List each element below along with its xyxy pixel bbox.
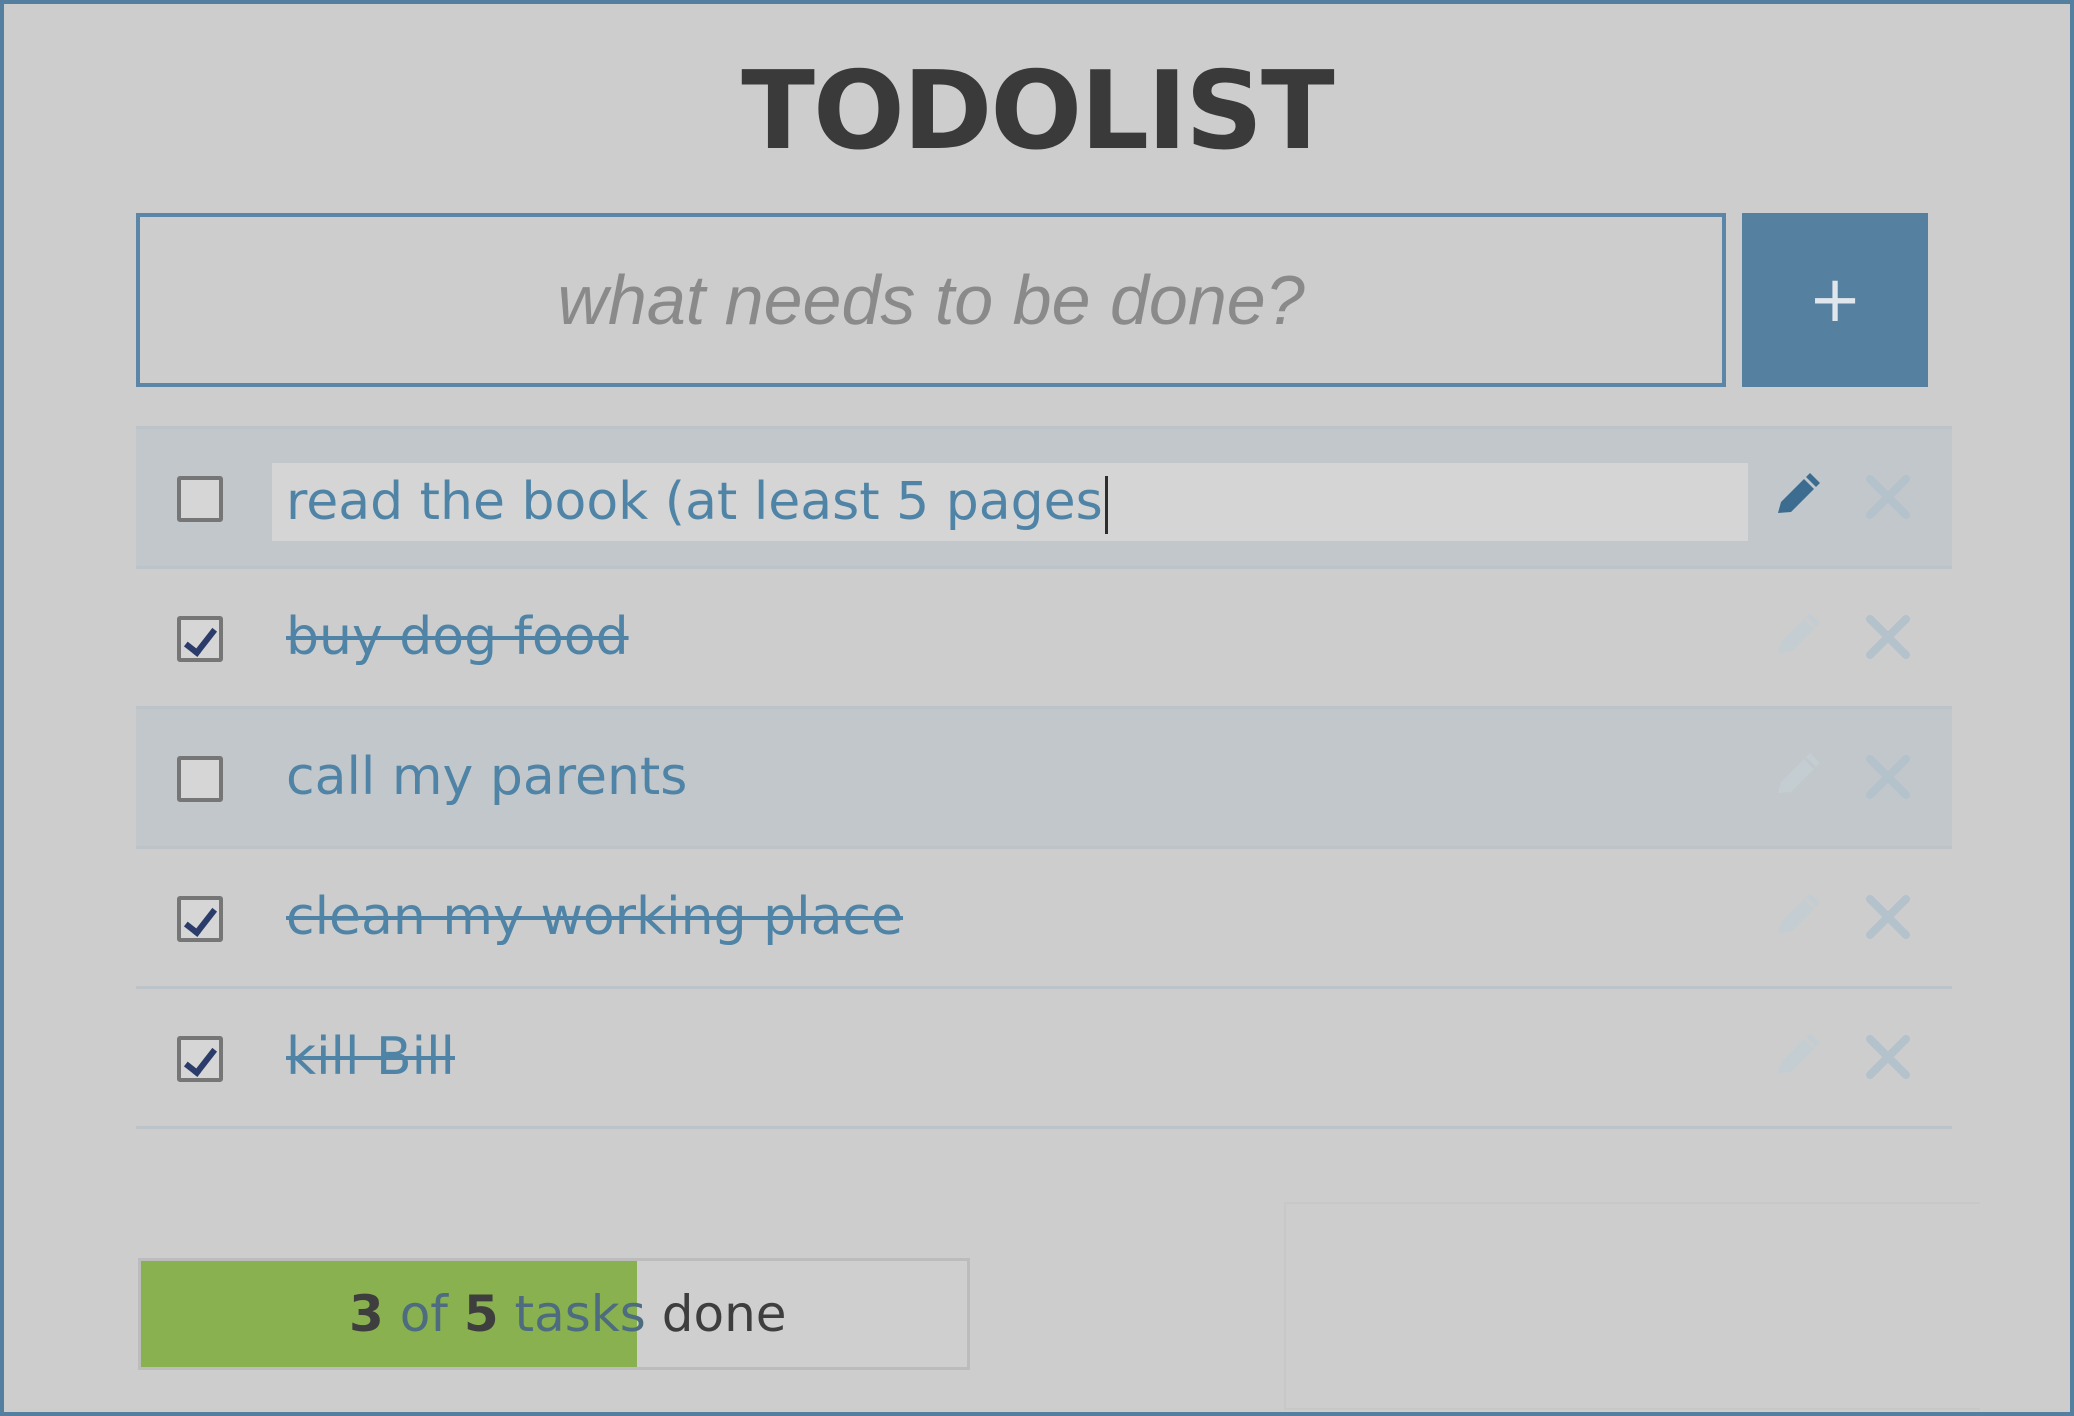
task-row: buy dog food — [136, 569, 1952, 709]
task-checkbox[interactable] — [177, 896, 223, 942]
total-count: 5 — [463, 1285, 499, 1343]
task-checkbox[interactable] — [177, 1036, 223, 1082]
task-checkbox[interactable] — [177, 616, 223, 662]
pencil-icon[interactable] — [1768, 469, 1824, 525]
task-row: kill Bill — [136, 989, 1952, 1129]
task-checkbox[interactable] — [177, 476, 223, 522]
task-label: call my parents — [286, 747, 688, 807]
of-label: of — [399, 1285, 448, 1343]
close-icon[interactable] — [1860, 469, 1916, 525]
add-task-button[interactable]: + — [1742, 213, 1928, 387]
task-label: kill Bill — [286, 1027, 455, 1087]
empty-panel — [1284, 1202, 1980, 1410]
todolist-window: TODOLIST + read the book (at least 5 pag… — [0, 0, 2074, 1416]
pencil-icon[interactable] — [1768, 609, 1824, 665]
new-task-input[interactable] — [136, 213, 1726, 387]
progress-label: 3 of 5 tasks done — [349, 1261, 787, 1367]
done-count: 3 — [349, 1285, 384, 1343]
task-row: call my parents — [136, 709, 1952, 849]
text-caret — [1104, 476, 1108, 534]
tasks-label: tasks — [514, 1285, 646, 1343]
task-row: clean my working place — [136, 849, 1952, 989]
task-edit-field[interactable]: read the book (at least 5 pages — [272, 463, 1748, 541]
pencil-icon[interactable] — [1768, 1029, 1824, 1085]
done-label: done — [661, 1285, 787, 1343]
pencil-icon[interactable] — [1768, 889, 1824, 945]
pencil-icon[interactable] — [1768, 749, 1824, 805]
task-label: clean my working place — [286, 887, 904, 947]
close-icon[interactable] — [1860, 889, 1916, 945]
close-icon[interactable] — [1860, 749, 1916, 805]
page-title: TODOLIST — [741, 49, 1334, 174]
close-icon[interactable] — [1860, 1029, 1916, 1085]
task-row: read the book (at least 5 pages — [136, 429, 1952, 569]
task-checkbox[interactable] — [177, 756, 223, 802]
task-label: buy dog food — [286, 607, 629, 667]
task-list: read the book (at least 5 pages buy dog … — [136, 426, 1952, 1129]
close-icon[interactable] — [1860, 609, 1916, 665]
progress-bar: 3 of 5 tasks done — [138, 1258, 970, 1370]
task-edit-text: read the book (at least 5 pages — [286, 463, 1108, 541]
